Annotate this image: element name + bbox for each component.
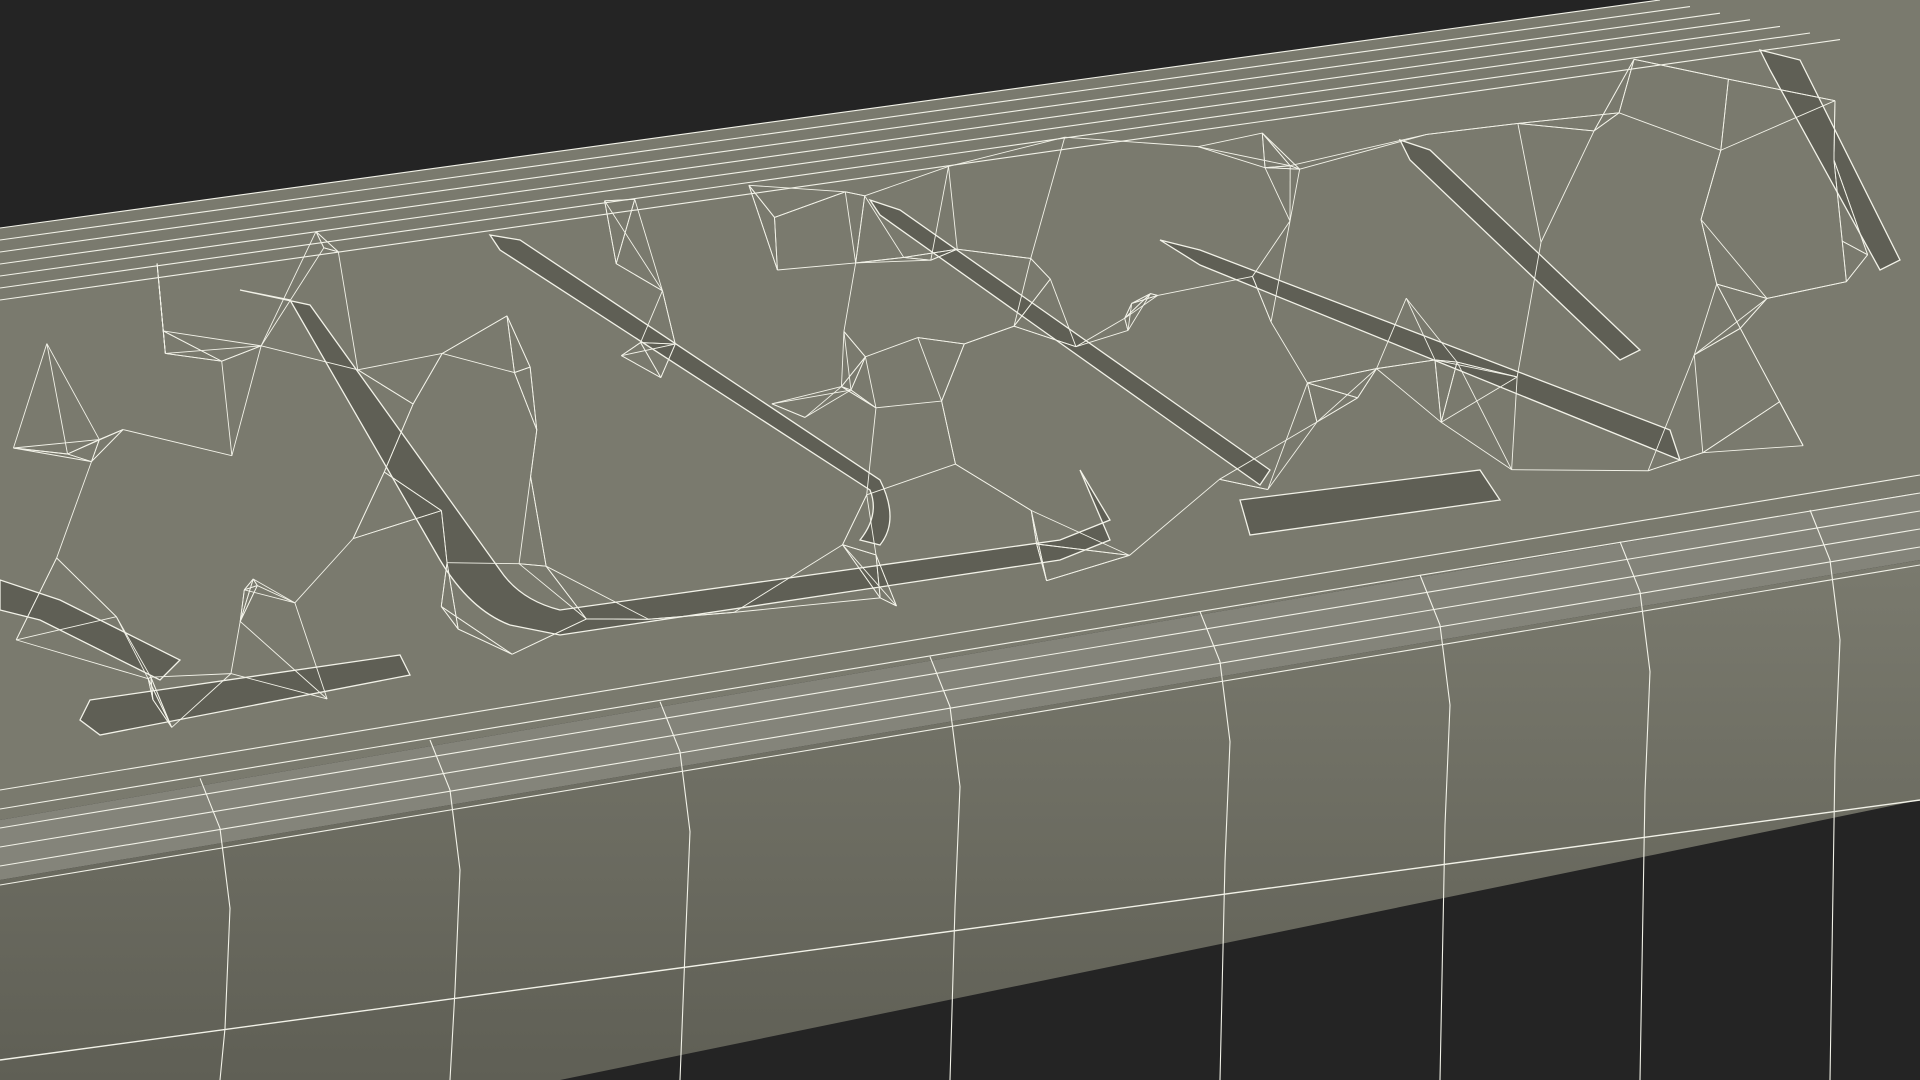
viewport-render bbox=[0, 0, 1920, 1080]
